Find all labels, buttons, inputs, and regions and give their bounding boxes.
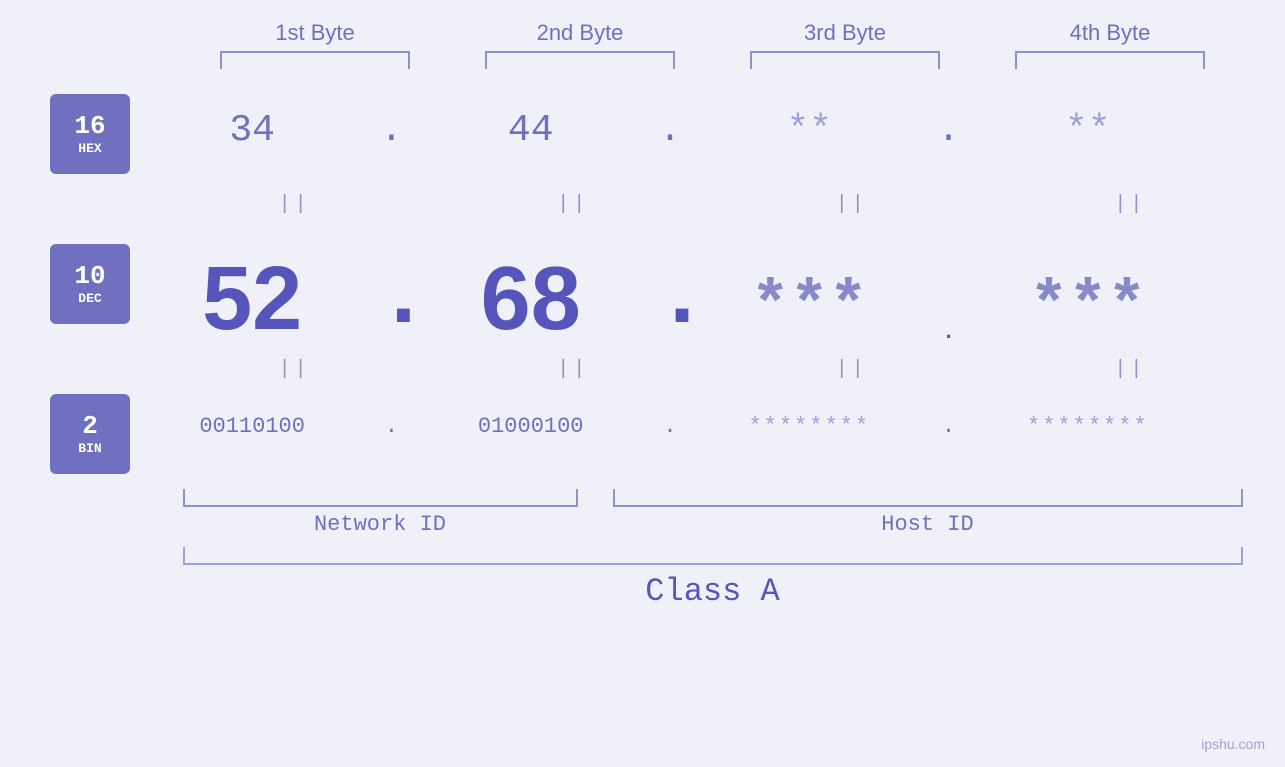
eq1-byte1: || — [195, 193, 395, 216]
dec-byte1-cell: 52 — [152, 254, 352, 344]
bin-dot3: . — [934, 414, 964, 439]
eq2-byte1: || — [195, 358, 395, 381]
dec-badge-label: DEC — [78, 291, 101, 306]
bracket-byte3 — [750, 51, 940, 69]
bin-badge: 2 BIN — [50, 394, 130, 474]
equals-row-2: || || || || — [183, 354, 1243, 384]
host-id-label: Host ID — [613, 512, 1243, 537]
dec-badge-number: 10 — [74, 262, 105, 291]
hex-row-wrapper: 16 HEX 34 . 44 . ** . ** — [0, 89, 1285, 189]
class-section: Class A — [183, 547, 1243, 610]
bin-values: 00110100 . 01000100 . ******** . *******… — [140, 389, 1200, 439]
hex-dot3: . — [934, 109, 964, 152]
bin-row-wrapper: 2 BIN 00110100 . 01000100 . ******** . — [0, 389, 1285, 479]
bin-dot3-char: . — [942, 414, 955, 439]
dec-byte4-cell: *** — [988, 270, 1188, 344]
dec-dot1-char: . — [376, 248, 430, 350]
byte4-header: 4th Byte — [1000, 20, 1220, 46]
hex-byte2-cell: 44 — [431, 109, 631, 152]
bin-dot1-char: . — [385, 414, 398, 439]
main-container: 1st Byte 2nd Byte 3rd Byte 4th Byte 16 H… — [0, 0, 1285, 767]
dec-byte2-cell: 68 — [431, 254, 631, 344]
bottom-section: Network ID Host ID — [183, 489, 1243, 537]
hex-values: 34 . 44 . ** . ** — [140, 89, 1200, 152]
class-label: Class A — [183, 573, 1243, 610]
dec-row-wrapper: 10 DEC 52 . 68 . *** . *** — [0, 224, 1285, 354]
bin-dot2-char: . — [663, 414, 676, 439]
byte1-header: 1st Byte — [205, 20, 425, 46]
bin-byte4-cell: ******** — [988, 414, 1188, 439]
bin-byte3-cell: ******** — [709, 414, 909, 439]
byte2-header: 2nd Byte — [470, 20, 690, 46]
bin-badge-number: 2 — [82, 412, 98, 441]
hex-byte1-cell: 34 — [152, 109, 352, 152]
bin-byte1-cell: 00110100 — [152, 414, 352, 439]
hex-dot2: . — [655, 109, 685, 152]
dec-byte3-cell: *** — [709, 270, 909, 344]
dec-values: 52 . 68 . *** . *** — [140, 224, 1200, 354]
hex-byte3-cell: ** — [709, 109, 909, 152]
bin-badge-label: BIN — [78, 441, 101, 456]
bracket-byte4 — [1015, 51, 1205, 69]
network-bracket — [183, 489, 578, 507]
hex-badge-number: 16 — [74, 112, 105, 141]
bottom-brackets — [183, 489, 1243, 507]
hex-byte1: 34 — [229, 109, 275, 152]
eq2-byte2: || — [473, 358, 673, 381]
bin-byte2-cell: 01000100 — [431, 414, 631, 439]
byte3-header: 3rd Byte — [735, 20, 955, 46]
host-bracket — [613, 489, 1243, 507]
dec-dot3-char: . — [942, 320, 955, 345]
dec-dot3: . — [934, 322, 964, 344]
dec-dot2-char: . — [655, 248, 709, 350]
hex-byte3: ** — [786, 109, 832, 152]
hex-dot1: . — [376, 109, 406, 152]
dec-byte1: 52 — [202, 249, 302, 349]
watermark: ipshu.com — [1201, 736, 1265, 752]
bracket-byte2 — [485, 51, 675, 69]
equals-row-1: || || || || — [183, 189, 1243, 219]
hex-byte4-cell: ** — [988, 109, 1188, 152]
eq1-byte4: || — [1030, 193, 1230, 216]
bin-byte3: ******** — [748, 414, 870, 439]
bin-byte4: ******** — [1027, 414, 1149, 439]
eq1-byte2: || — [473, 193, 673, 216]
bin-dot2: . — [655, 414, 685, 439]
dec-dot1: . — [376, 254, 406, 344]
bin-dot1: . — [376, 414, 406, 439]
dec-byte3: *** — [751, 270, 868, 344]
hex-byte4: ** — [1065, 109, 1111, 152]
byte-headers: 1st Byte 2nd Byte 3rd Byte 4th Byte — [183, 20, 1243, 46]
hex-badge: 16 HEX — [50, 94, 130, 174]
eq2-byte4: || — [1030, 358, 1230, 381]
top-brackets — [183, 51, 1243, 69]
class-bracket — [183, 547, 1243, 565]
eq2-byte3: || — [752, 358, 952, 381]
bottom-labels: Network ID Host ID — [183, 512, 1243, 537]
eq1-byte3: || — [752, 193, 952, 216]
dec-byte4: *** — [1029, 270, 1146, 344]
dec-badge: 10 DEC — [50, 244, 130, 324]
network-id-label: Network ID — [183, 512, 578, 537]
dec-dot2: . — [655, 254, 685, 344]
dec-byte2: 68 — [481, 249, 581, 349]
bin-byte1: 00110100 — [199, 414, 305, 439]
bin-byte2: 01000100 — [478, 414, 584, 439]
hex-badge-label: HEX — [78, 141, 101, 156]
hex-byte2: 44 — [508, 109, 554, 152]
bracket-byte1 — [220, 51, 410, 69]
